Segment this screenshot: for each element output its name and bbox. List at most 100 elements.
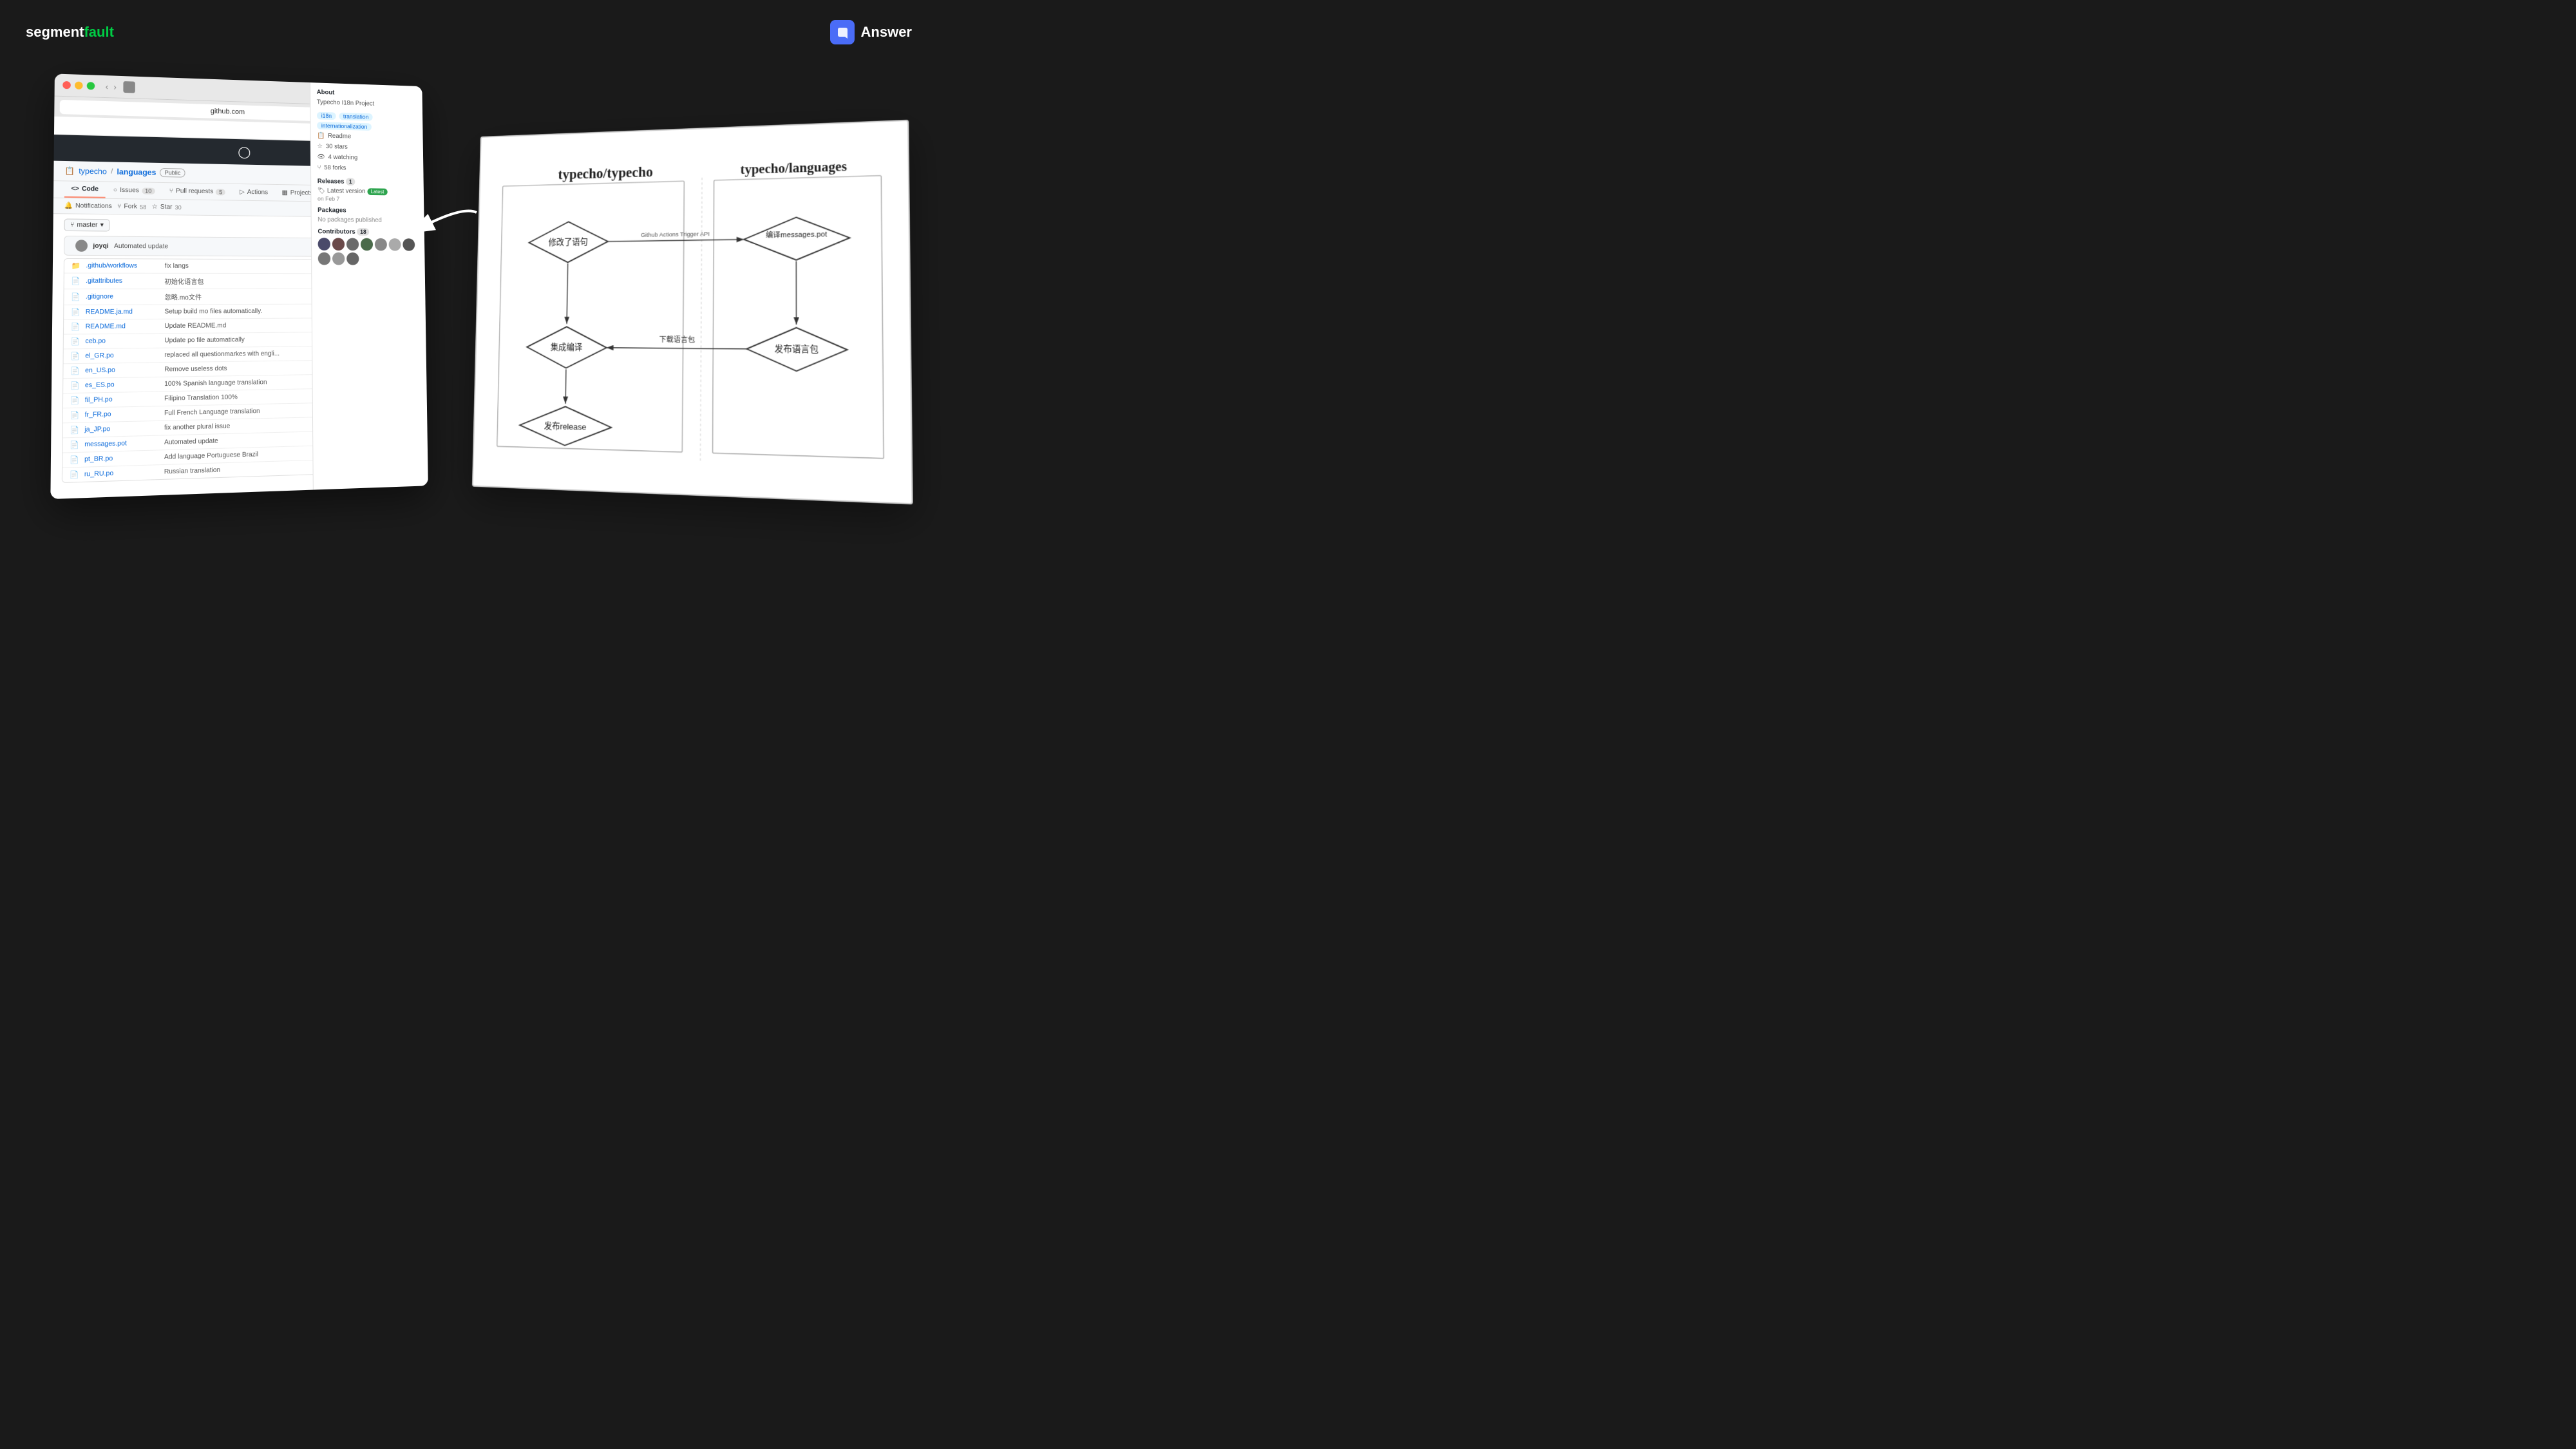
- tab-code-label: Code: [82, 185, 99, 193]
- tab-issues[interactable]: ○ Issues 10: [106, 183, 161, 198]
- star-stat-icon: ☆: [317, 143, 323, 150]
- repo-owner-link[interactable]: typecho: [79, 167, 107, 176]
- file-name[interactable]: .gitignore: [86, 293, 159, 300]
- releases-label: Releases 1: [317, 178, 355, 185]
- contributor-avatar: [346, 252, 359, 265]
- eye-icon: 👁: [317, 153, 325, 160]
- browser-window: ‹ › github.com Sign up ◯ 📋 typecho / lan…: [50, 73, 428, 499]
- readme-label[interactable]: Readme: [328, 135, 351, 140]
- notifications-item[interactable]: 🔔 Notifications: [64, 202, 112, 210]
- file-name[interactable]: .gitattributes: [86, 278, 159, 285]
- diagram-svg: typecho/typecho typecho/languages 修改了语句 …: [486, 135, 898, 489]
- packages-empty: No packages published: [317, 216, 418, 224]
- contributor-avatar: [332, 238, 345, 251]
- readme-icon: 📋: [317, 135, 325, 139]
- file-icon: 📄: [70, 411, 79, 420]
- star-label: Star: [160, 204, 173, 211]
- back-icon[interactable]: ‹: [106, 82, 109, 91]
- file-icon: 📄: [70, 470, 79, 479]
- contributor-avatar: [361, 238, 373, 251]
- star-item[interactable]: ☆ Star 30: [152, 204, 182, 211]
- tab-code[interactable]: <> Code: [64, 181, 106, 198]
- minimize-dot[interactable]: [75, 82, 83, 90]
- committer-avatar: [75, 240, 88, 252]
- latest-release: 🏷 Latest version Latest: [317, 187, 418, 196]
- file-name[interactable]: fr_FR.po: [85, 410, 159, 419]
- forward-icon[interactable]: ›: [113, 82, 117, 91]
- contributor-avatar: [389, 238, 401, 251]
- file-icon: 📄: [70, 426, 79, 435]
- github-logo-icon: ◯: [238, 145, 251, 158]
- notifications-label: Notifications: [75, 202, 112, 210]
- tab-projects-label: Projects: [290, 189, 313, 196]
- file-name[interactable]: el_GR.po: [85, 352, 159, 360]
- file-name[interactable]: README.ja.md: [86, 308, 159, 316]
- repo-book-icon: 📋: [64, 166, 75, 175]
- theme-button[interactable]: [123, 81, 135, 93]
- file-name[interactable]: fil_PH.po: [85, 395, 159, 404]
- logo-segment: segment: [26, 24, 84, 41]
- diagram-panel: typecho/typecho typecho/languages 修改了语句 …: [472, 120, 913, 505]
- file-name[interactable]: ja_JP.po: [84, 424, 158, 433]
- fork-label: Fork: [124, 203, 137, 210]
- tab-actions[interactable]: ▷ Actions: [233, 185, 274, 200]
- watching-value: 4 watching: [328, 154, 358, 162]
- tab-issues-label: Issues: [120, 187, 139, 194]
- file-icon: 📄: [71, 277, 80, 285]
- browser-nav: ‹ ›: [106, 82, 117, 91]
- stars-value: 30 stars: [326, 143, 348, 150]
- public-badge: Public: [160, 168, 185, 178]
- contributor-avatar: [346, 238, 359, 251]
- answer-brand: Answer: [830, 20, 912, 44]
- address-text: github.com: [211, 107, 245, 115]
- star-count: 30: [175, 204, 182, 211]
- close-dot[interactable]: [62, 81, 71, 89]
- file-icon: 📄: [70, 396, 80, 405]
- folder-icon: 📁: [71, 261, 80, 270]
- contributor-avatar: [375, 238, 387, 251]
- file-icon: 📄: [70, 440, 79, 450]
- file-icon: 📄: [70, 381, 80, 390]
- node-compile: 集成编译: [551, 343, 583, 353]
- latest-date: on Feb 7: [317, 196, 418, 204]
- file-name[interactable]: en_US.po: [85, 366, 159, 374]
- branch-selector[interactable]: ⑂ master ▾: [64, 218, 109, 231]
- label-download: 下载语言包: [659, 336, 696, 345]
- file-name[interactable]: messages.pot: [84, 439, 158, 449]
- contributor-avatar: [332, 252, 345, 265]
- fork-item[interactable]: ⑂ Fork 58: [117, 203, 146, 211]
- file-name[interactable]: ru_RU.po: [84, 468, 159, 478]
- arrow-overlay: [412, 200, 489, 251]
- packages-section-title: Packages: [317, 207, 418, 215]
- file-name[interactable]: ceb.po: [85, 337, 159, 345]
- committer-name: joyqi: [93, 242, 108, 249]
- node-modified: 修改了语句: [549, 238, 588, 247]
- file-name[interactable]: pt_BR.po: [84, 454, 159, 464]
- repo-name-link[interactable]: languages: [117, 167, 156, 177]
- tab-pullrequests[interactable]: ⑂ Pull requests 5: [163, 184, 232, 200]
- maximize-dot[interactable]: [87, 82, 95, 90]
- forks-value: 58 forks: [324, 164, 346, 171]
- latest-label[interactable]: Latest version: [327, 187, 366, 195]
- node-publish: 发布语言包: [775, 344, 819, 355]
- contributor-avatar: [318, 252, 331, 265]
- issues-icon: ○: [113, 187, 117, 194]
- answer-icon: [830, 20, 855, 44]
- file-name[interactable]: .github/workflows: [86, 262, 159, 270]
- file-icon: 📄: [70, 366, 80, 375]
- issues-count: 10: [142, 187, 155, 194]
- tab-actions-label: Actions: [247, 189, 268, 196]
- file-name[interactable]: es_ES.po: [85, 381, 159, 389]
- gh-content: ◯ 📋 typecho / languages Public <> Code ○…: [50, 135, 428, 499]
- file-icon: 📄: [71, 308, 80, 316]
- bell-icon: 🔔: [64, 202, 73, 209]
- file-name[interactable]: README.md: [86, 323, 160, 330]
- answer-label: Answer: [861, 24, 912, 41]
- tag-icon: 🏷: [317, 187, 325, 194]
- tab-pr-label: Pull requests: [176, 187, 213, 195]
- repo-separator: /: [111, 167, 113, 175]
- file-icon: 📄: [70, 337, 80, 346]
- branch-icon: ⑂: [70, 222, 74, 229]
- contributor-avatar: [318, 238, 331, 251]
- chevron-down-icon: ▾: [100, 222, 104, 229]
